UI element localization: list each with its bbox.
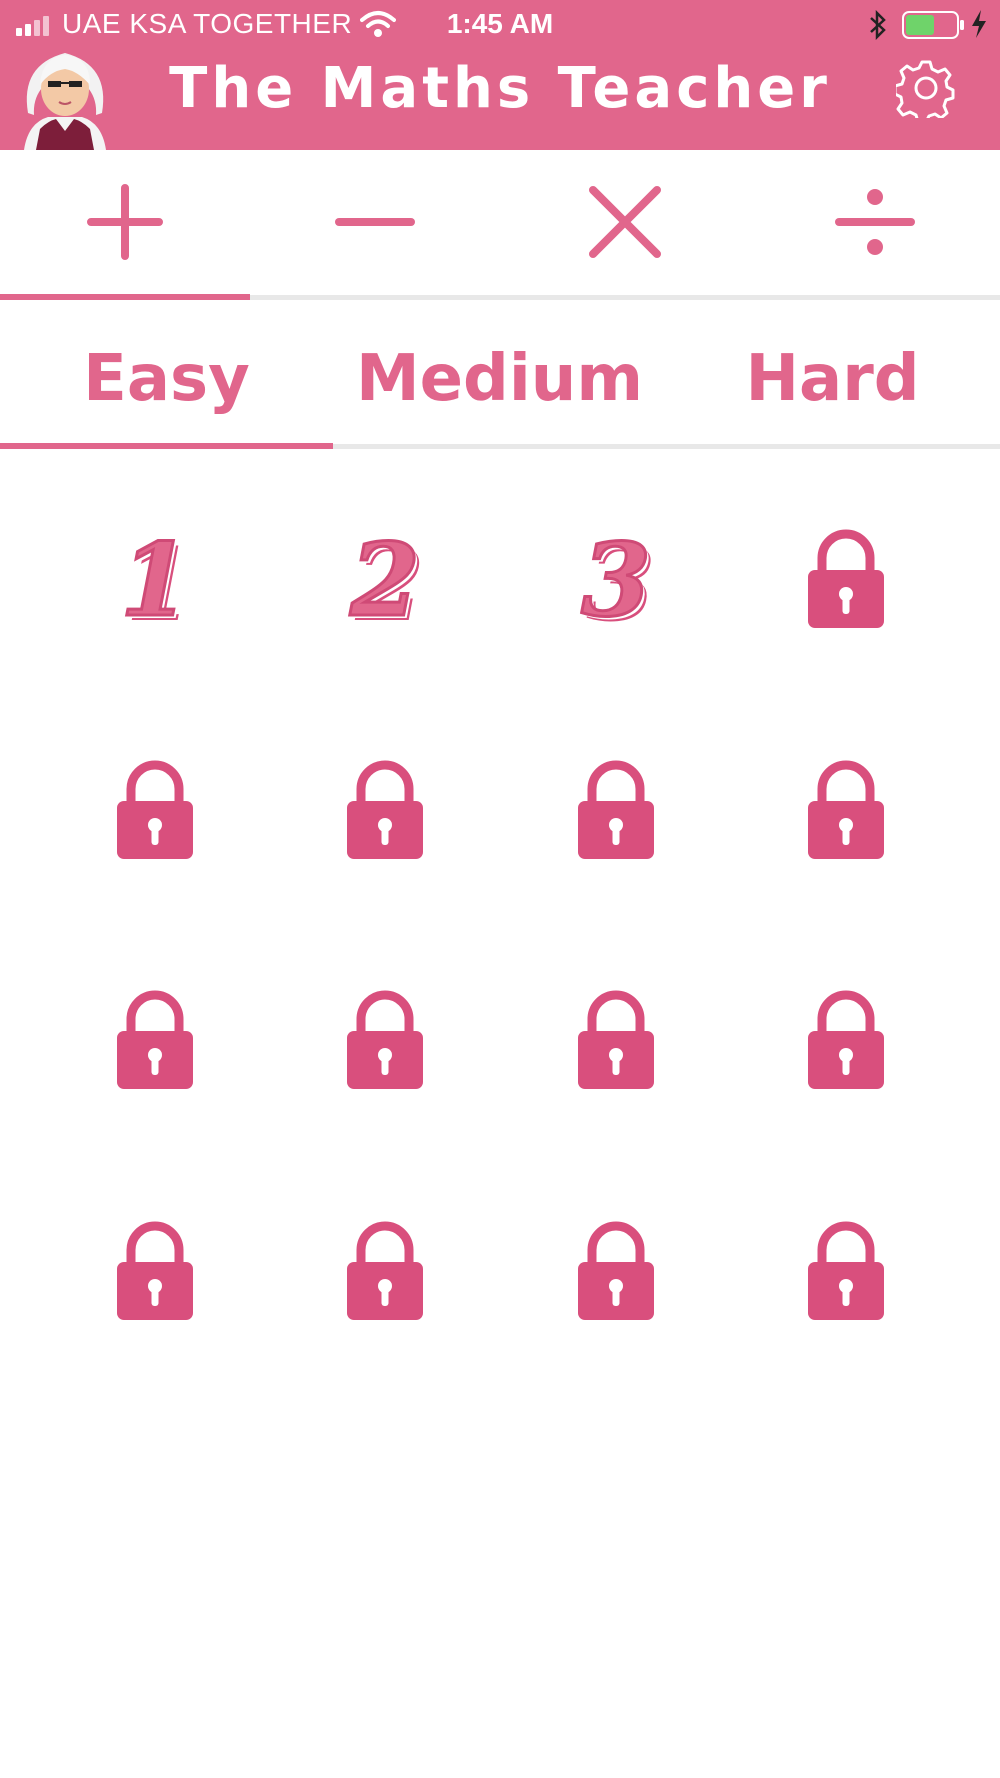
teacher-avatar-icon[interactable] (18, 45, 113, 154)
tab-medium[interactable]: Medium (333, 342, 666, 416)
level-button-3[interactable]: 3 (556, 520, 676, 641)
lock-icon (115, 1218, 195, 1326)
level-button-2[interactable]: 2 (325, 520, 445, 641)
minus-icon (335, 182, 415, 266)
tab-multiplication[interactable] (500, 150, 750, 298)
lock-icon (345, 757, 425, 865)
level-button-locked[interactable] (786, 1212, 906, 1332)
level-button-locked[interactable] (325, 981, 445, 1101)
tab-division[interactable] (750, 150, 1000, 298)
lock-icon (115, 757, 195, 865)
lock-icon (345, 987, 425, 1095)
lock-icon (576, 987, 656, 1095)
tab-addition[interactable] (0, 150, 250, 298)
lock-icon (115, 987, 195, 1095)
level-button-locked[interactable] (325, 751, 445, 871)
level-button-locked[interactable] (95, 981, 215, 1101)
lock-icon (806, 1218, 886, 1326)
tab-subtraction[interactable] (250, 150, 500, 298)
level-button-locked[interactable] (325, 1212, 445, 1332)
gear-icon[interactable] (893, 58, 956, 124)
lock-icon (806, 987, 886, 1095)
lock-icon (806, 526, 886, 634)
level-button-locked[interactable] (786, 981, 906, 1101)
status-time: 1:45 AM (446, 8, 554, 39)
level-number: 2 (349, 520, 422, 641)
level-button-locked[interactable] (95, 751, 215, 871)
level-number: 1 (119, 520, 192, 641)
level-button-locked[interactable] (786, 751, 906, 871)
tab-hard[interactable]: Hard (666, 342, 999, 416)
difficulty-tab-indicator (0, 443, 333, 449)
level-button-1[interactable]: 1 (95, 520, 215, 641)
level-button-locked[interactable] (786, 520, 906, 640)
level-button-locked[interactable] (556, 751, 676, 871)
lock-icon (345, 1218, 425, 1326)
divide-icon (835, 182, 915, 266)
tab-easy[interactable]: Easy (0, 342, 333, 416)
difficulty-tabs: Easy Medium Hard (0, 300, 1000, 445)
plus-icon (85, 182, 165, 266)
lock-icon (806, 757, 886, 865)
app-header: UAE KSA TOGETHER 1:45 AM The Maths Teach… (0, 0, 1000, 150)
status-bar: UAE KSA TOGETHER 1:45 AM (0, 0, 1000, 50)
lock-icon (576, 757, 656, 865)
level-button-locked[interactable] (556, 981, 676, 1101)
times-icon (585, 182, 665, 266)
level-button-locked[interactable] (95, 1212, 215, 1332)
bluetooth-icon (868, 9, 888, 44)
level-number: 3 (580, 520, 653, 641)
operation-tabs (0, 150, 1000, 298)
level-button-locked[interactable] (556, 1212, 676, 1332)
app-title: The Maths Teacher (169, 56, 831, 121)
lock-icon (576, 1218, 656, 1326)
charging-icon (970, 9, 988, 43)
battery-icon (902, 11, 966, 43)
